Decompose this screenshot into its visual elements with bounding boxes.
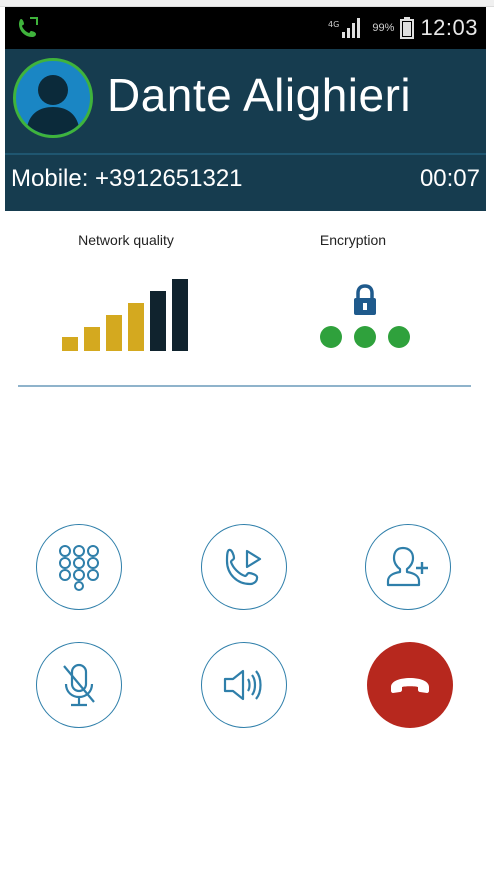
person-silhouette-icon [26, 75, 80, 135]
encryption-dot [320, 326, 342, 348]
signal-bar [150, 291, 166, 351]
caller-header: Dante Alighieri Mobile: +3912651321 00:0… [5, 49, 486, 211]
mic-muted-icon [63, 663, 95, 707]
speaker-button[interactable] [201, 642, 287, 728]
svg-text:4G: 4G [328, 20, 339, 29]
phone-number: Mobile: +3912651321 [11, 165, 243, 192]
section-divider [18, 385, 471, 387]
transfer-button[interactable] [201, 524, 287, 610]
lock-icon [354, 284, 376, 315]
keypad-button[interactable] [36, 524, 122, 610]
encryption-dot [354, 326, 376, 348]
end-call-button[interactable] [367, 642, 453, 728]
avatar[interactable] [13, 58, 93, 138]
encryption-label: Encryption [319, 232, 387, 248]
add-user-icon [386, 546, 428, 587]
call-info-row: Mobile: +3912651321 00:07 [5, 153, 486, 213]
signal-bar [128, 303, 144, 351]
call-transfer-icon [225, 548, 262, 586]
encryption-dot [388, 326, 410, 348]
hangup-icon [391, 678, 429, 693]
caller-name: Dante Alighieri [107, 69, 412, 121]
call-timer: 00:07 [419, 165, 480, 192]
battery-icon [400, 17, 415, 39]
mute-button[interactable] [36, 642, 122, 728]
status-clock: 12:03 [420, 15, 478, 40]
encryption-dots [320, 326, 412, 350]
signal-bar [172, 279, 188, 351]
dialpad-icon [59, 545, 99, 591]
signal-icon: 4G [328, 18, 361, 38]
top-edge [0, 0, 494, 7]
signal-bar [62, 337, 78, 351]
status-bar: 4G 99% 12:03 [5, 7, 486, 49]
add-participant-button[interactable] [365, 524, 451, 610]
battery-percent: 99% [372, 22, 395, 34]
network-quality-label: Network quality [78, 232, 174, 248]
phone-call-icon [19, 17, 38, 37]
signal-bar [106, 315, 122, 351]
status-right: 4G 99% 12:03 [328, 15, 478, 41]
signal-bar [84, 327, 100, 351]
speaker-icon [223, 669, 262, 701]
network-quality-bars [62, 279, 188, 351]
